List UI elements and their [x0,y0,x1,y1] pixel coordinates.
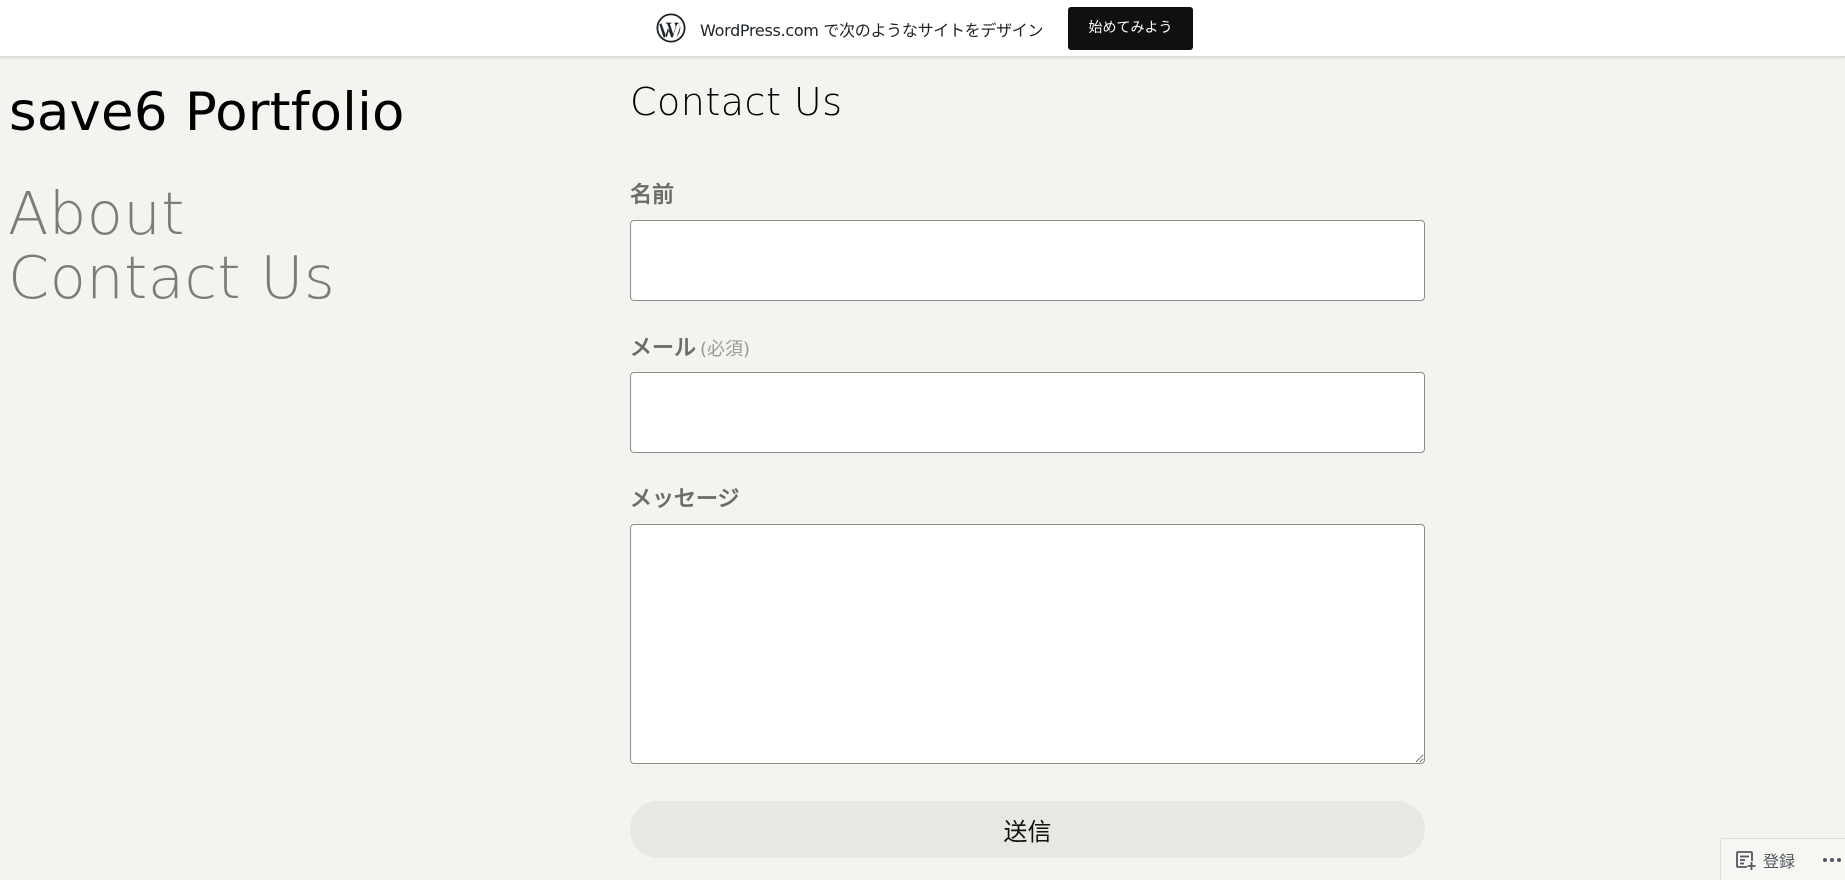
name-field-label: 名前 [630,177,674,209]
site-title[interactable]: save6 Portfolio [9,82,405,143]
page-title: Contact Us [630,80,843,124]
wordpress-promo-message: で次のようなサイトをデザイン [818,21,1044,40]
site-navigation: About Contact Us [8,182,335,310]
nav-link-contact-us[interactable]: Contact Us [8,246,335,310]
subscribe-button[interactable]: 登録 [1735,847,1795,873]
name-input[interactable] [630,220,1425,301]
email-label-text: メール [630,336,697,361]
email-field-label: メール (必須) [630,330,750,362]
email-required-indicator: (必須) [700,339,751,360]
ellipsis-icon[interactable] [1821,847,1845,873]
wordpress-action-bar: 登録 [1720,838,1845,880]
wordpress-logo-icon[interactable] [656,13,686,43]
message-field-label: メッセージ [630,481,740,513]
nav-link-about[interactable]: About [8,182,335,246]
get-started-button[interactable]: 始めてみよう [1068,7,1193,50]
submit-button[interactable]: 送信 [630,801,1425,858]
reader-plus-icon [1736,851,1756,870]
message-textarea[interactable] [630,524,1425,764]
name-label-text: 名前 [630,183,675,208]
wordpress-brand-link[interactable]: WordPress.com [700,21,819,40]
email-input[interactable] [630,372,1425,453]
message-label-text: メッセージ [630,487,740,512]
wordpress-promo-text: WordPress.com で次のようなサイトをデザイン [700,17,1043,41]
wordpress-promo-banner: WordPress.com で次のようなサイトをデザイン 始めてみよう [0,0,1845,58]
subscribe-label: 登録 [1763,852,1796,871]
